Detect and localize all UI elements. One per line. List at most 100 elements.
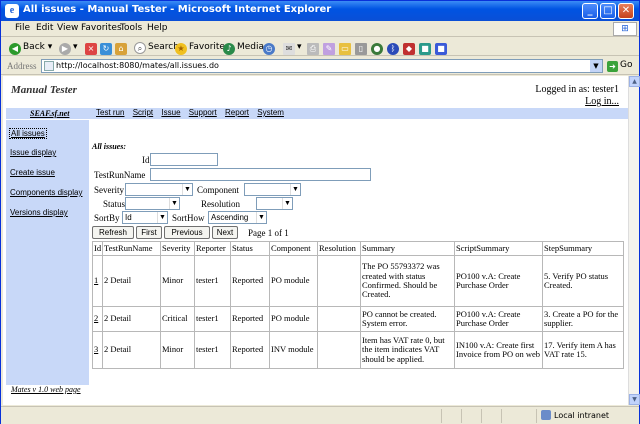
messenger-button[interactable]: ● bbox=[371, 40, 385, 55]
tab-script[interactable]: Script bbox=[133, 108, 153, 117]
address-bar: Address http://localhost:8080/mates/all.… bbox=[1, 57, 639, 75]
menu-edit[interactable]: Edit bbox=[36, 23, 53, 33]
cell-reporter: tester1 bbox=[194, 255, 231, 307]
cell-status: Reported bbox=[230, 255, 270, 307]
tab-report[interactable]: Report bbox=[225, 108, 249, 117]
scroll-down-icon[interactable]: ▼ bbox=[629, 394, 640, 405]
tool-a-icon: ◆ bbox=[403, 43, 415, 55]
footer-link[interactable]: Mates v 1.0 web page bbox=[11, 385, 81, 394]
discuss-icon: ▯ bbox=[355, 43, 367, 55]
edit-button[interactable]: ✎ bbox=[323, 40, 337, 55]
sidebar-item-all-issues[interactable]: All issues bbox=[9, 128, 47, 139]
issue-id-link[interactable]: 3 bbox=[94, 344, 98, 354]
chevron-down-icon: ▼ bbox=[169, 198, 179, 209]
next-button[interactable]: Next bbox=[212, 226, 238, 239]
resolution-label: Resolution bbox=[201, 199, 241, 209]
history-button[interactable]: ◷ bbox=[263, 40, 277, 55]
component-select[interactable]: ▼ bbox=[244, 183, 301, 196]
component-label: Component bbox=[197, 185, 239, 195]
discuss-button[interactable]: ▯ bbox=[355, 40, 369, 55]
title-bar[interactable]: e All issues - Manual Tester - Microsoft… bbox=[1, 1, 639, 21]
cell-summary: The PO 55793372 was created with status … bbox=[360, 255, 455, 307]
scroll-up-icon[interactable]: ▲ bbox=[629, 76, 640, 87]
address-input[interactable]: http://localhost:8080/mates/all.issues.d… bbox=[41, 59, 603, 73]
forward-button[interactable]: ▶ ▾ bbox=[59, 40, 78, 55]
address-label: Address bbox=[7, 61, 37, 71]
print-button[interactable]: ⎙ bbox=[307, 40, 321, 55]
folder-button[interactable]: ▭ bbox=[339, 40, 353, 55]
menu-file[interactable]: File bbox=[15, 23, 30, 33]
vertical-scrollbar[interactable]: ▲ ▼ bbox=[628, 76, 640, 405]
menu-bar: File Edit View Favorites Tools Help bbox=[1, 21, 639, 37]
home-icon: ⌂ bbox=[115, 43, 127, 55]
go-button[interactable]: ➜ Go bbox=[607, 60, 632, 72]
bluetooth-button[interactable]: ᛒ bbox=[387, 40, 401, 55]
cell-severity: Minor bbox=[160, 331, 195, 369]
address-dropdown-icon[interactable]: ▼ bbox=[590, 60, 602, 72]
tab-support[interactable]: Support bbox=[189, 108, 217, 117]
tab-issue[interactable]: Issue bbox=[161, 108, 180, 117]
media-button[interactable]: ♪ Media bbox=[223, 40, 264, 55]
cell-status: Reported bbox=[230, 306, 270, 332]
tool-button-c[interactable]: ■ bbox=[435, 40, 449, 55]
close-button[interactable]: ✕ bbox=[618, 3, 634, 19]
sortby-select[interactable]: Id ▼ bbox=[122, 211, 168, 224]
cell-component: PO module bbox=[269, 306, 318, 332]
sidebar-item-components-display[interactable]: Components display bbox=[10, 188, 82, 197]
issue-id-link[interactable]: 1 bbox=[94, 275, 98, 285]
ie-icon: e bbox=[5, 4, 19, 18]
severity-select[interactable]: ▼ bbox=[125, 183, 193, 196]
menu-help[interactable]: Help bbox=[147, 23, 168, 33]
refresh-button[interactable]: ↻ bbox=[100, 40, 114, 55]
minimize-button[interactable]: _ bbox=[582, 3, 598, 19]
testrunname-input[interactable] bbox=[150, 168, 371, 181]
brand-link[interactable]: SEAF.sf.net bbox=[30, 109, 69, 118]
menu-favorites[interactable]: Favorites bbox=[81, 23, 122, 33]
cell-summary: PO cannot be created. System error. bbox=[360, 306, 455, 332]
mail-button[interactable]: ✉ ▾ bbox=[283, 40, 302, 55]
cell-severity: Critical bbox=[160, 306, 195, 332]
header-stepsummary: StepSummary bbox=[542, 241, 624, 256]
menu-tools[interactable]: Tools bbox=[120, 23, 142, 33]
tool-b-icon: ■ bbox=[419, 43, 431, 55]
favorites-button[interactable]: ★ Favorites bbox=[175, 40, 230, 55]
sortby-label: SortBy bbox=[94, 213, 120, 223]
star-icon: ★ bbox=[175, 43, 187, 55]
previous-button[interactable]: Previous bbox=[164, 226, 210, 239]
back-button[interactable]: ◀ Back ▾ bbox=[9, 40, 52, 55]
severity-label: Severity bbox=[94, 185, 124, 195]
window-title: All issues - Manual Tester - Microsoft I… bbox=[23, 4, 332, 15]
cell-stepsummary: 17. Verify item A has VAT rate 15. bbox=[542, 331, 624, 369]
stop-button[interactable]: × bbox=[85, 40, 99, 55]
folder-icon: ▭ bbox=[339, 43, 351, 55]
id-input[interactable] bbox=[150, 153, 218, 166]
first-button[interactable]: First bbox=[136, 226, 162, 239]
maximize-button[interactable]: □ bbox=[600, 3, 616, 19]
messenger-icon: ● bbox=[371, 43, 383, 55]
tab-system[interactable]: System bbox=[257, 108, 284, 117]
refresh-page-button[interactable]: Refresh bbox=[92, 226, 134, 239]
cell-reporter: tester1 bbox=[194, 306, 231, 332]
issue-id-link[interactable]: 2 bbox=[94, 313, 98, 323]
header-summary: Summary bbox=[360, 241, 455, 256]
cell-summary: Item has VAT rate 0, but the item indica… bbox=[360, 331, 455, 369]
refresh-icon: ↻ bbox=[100, 43, 112, 55]
sorthow-select[interactable]: Ascending ▼ bbox=[208, 211, 267, 224]
sidebar-item-create-issue[interactable]: Create issue bbox=[10, 168, 55, 177]
sidebar-item-versions-display[interactable]: Versions display bbox=[10, 208, 68, 217]
table-row: 3 2 Detail Minor tester1 Reported INV mo… bbox=[92, 331, 624, 369]
header-scriptsummary: ScriptSummary bbox=[454, 241, 543, 256]
header-reporter: Reporter bbox=[194, 241, 231, 256]
login-link[interactable]: Log in... bbox=[585, 96, 619, 107]
resolution-select[interactable]: ▼ bbox=[256, 197, 293, 210]
sidebar-item-issue-display[interactable]: Issue display bbox=[10, 148, 56, 157]
menu-view[interactable]: View bbox=[57, 23, 78, 33]
search-button[interactable]: ⌕ Search bbox=[134, 40, 179, 54]
bluetooth-icon: ᛒ bbox=[387, 43, 399, 55]
chevron-down-icon: ▼ bbox=[282, 198, 292, 209]
status-select[interactable]: ▼ bbox=[125, 197, 180, 210]
tool-button-b[interactable]: ■ bbox=[419, 40, 433, 55]
home-button[interactable]: ⌂ bbox=[115, 40, 129, 55]
tab-test-run[interactable]: Test run bbox=[96, 108, 124, 117]
tool-button-a[interactable]: ◆ bbox=[403, 40, 417, 55]
